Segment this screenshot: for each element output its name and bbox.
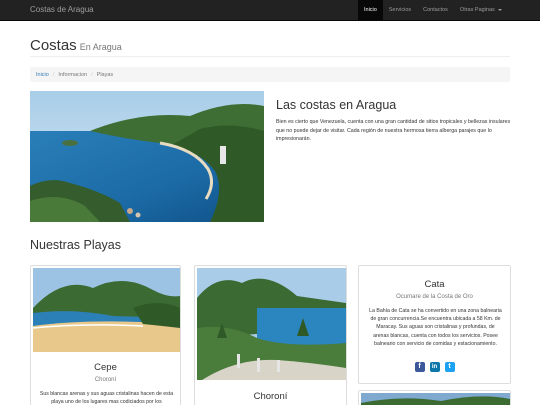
social-links: f in t xyxy=(359,362,510,372)
twitter-icon[interactable]: t xyxy=(444,362,455,372)
linkedin-icon[interactable]: in xyxy=(429,362,440,372)
card-subtitle-cata: Ocumare de la Costa de Oro xyxy=(396,294,473,300)
page-title-text: Costas xyxy=(30,37,77,54)
page-title: Costas En Aragua xyxy=(30,37,510,54)
card-title-cata: Cata xyxy=(424,279,445,290)
nav-item-inicio[interactable]: Inicio xyxy=(358,0,383,21)
beach-card-cata[interactable]: Cata Ocumare de la Costa de Oro La Bahía… xyxy=(358,265,511,384)
card-text-cepe: Sus blancas arenas y sus aguas cristalin… xyxy=(39,391,174,405)
nav-item-otras-paginas-label: Otras Paginas xyxy=(459,7,495,13)
breadcrumb-inicio[interactable]: Inicio xyxy=(36,72,49,78)
nav-item-otras-paginas[interactable]: Otras Paginas xyxy=(454,0,508,21)
beach-card-choroni[interactable]: Choroní xyxy=(194,265,347,405)
nav-item-contactos[interactable]: Contactos xyxy=(417,0,454,21)
nav-item-servicios[interactable]: Servicios xyxy=(383,0,417,21)
card-title-cepe: Cepe xyxy=(94,362,117,373)
caret-down-icon xyxy=(497,8,502,11)
card-title-choroni: Choroní xyxy=(253,391,288,402)
page-header: Costas En Aragua xyxy=(30,37,510,57)
hero-text: Bien es cierto que Venezuela, cuenta con… xyxy=(276,119,511,142)
breadcrumb-separator: / xyxy=(91,71,93,78)
card-subtitle-cepe: Choroní xyxy=(94,377,117,383)
facebook-icon[interactable]: f xyxy=(414,362,425,372)
beach-card-next[interactable] xyxy=(358,390,511,405)
coast-photo xyxy=(30,91,264,222)
breadcrumb-separator: / xyxy=(52,71,55,78)
next-beach-photo xyxy=(361,393,510,405)
card-text-cata: La Bahía de Cata se ha convertido en una… xyxy=(369,308,502,347)
breadcrumb-playas: Playas xyxy=(96,71,114,78)
hero-title: Las costas en Aragua xyxy=(276,98,397,112)
cepe-photo xyxy=(33,268,180,352)
navbar-brand[interactable]: Costas de Aragua xyxy=(30,5,94,14)
breadcrumb: Inicio / Informacion / Playas xyxy=(30,67,510,82)
page-subtitle: En Aragua xyxy=(79,42,122,52)
section-title: Nuestras Playas xyxy=(30,238,122,252)
navbar: Costas de Aragua Inicio Servicios Contac… xyxy=(0,0,540,21)
nav-menu: Inicio Servicios Contactos Otras Paginas xyxy=(358,0,508,21)
hero-image xyxy=(30,91,264,222)
choroni-photo xyxy=(197,268,346,380)
beach-card-cepe[interactable]: Cepe Choroní Sus blancas arenas y sus ag… xyxy=(30,265,181,405)
breadcrumb-informacion[interactable]: Informacion xyxy=(58,72,87,78)
